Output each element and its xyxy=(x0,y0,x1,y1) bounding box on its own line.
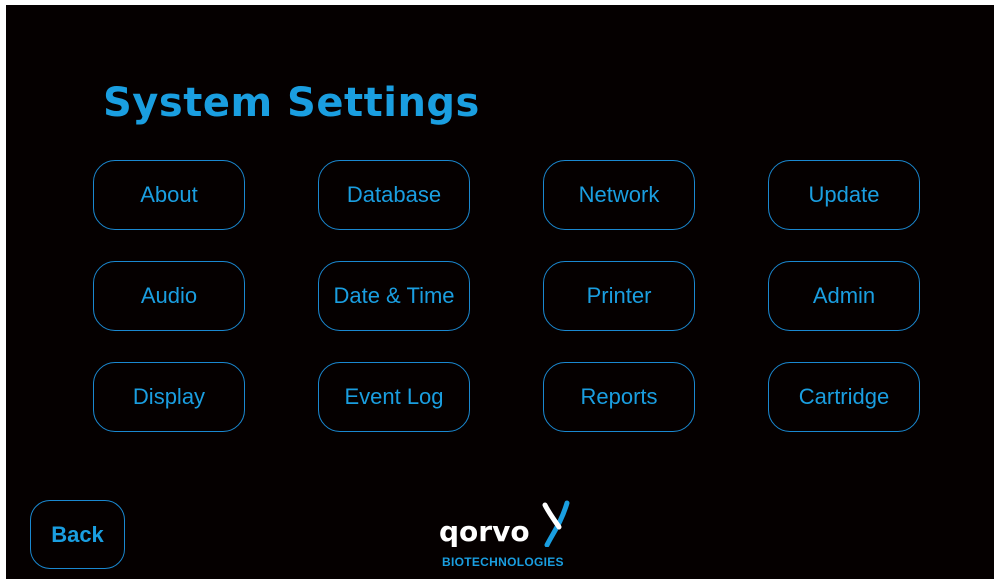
database-button[interactable]: Database xyxy=(318,160,470,230)
logo-subtitle: BIOTECHNOLOGIES xyxy=(442,555,564,569)
date-time-button[interactable]: Date & Time xyxy=(318,261,470,331)
qorvo-logo: qorvo BIOTECHNOLOGIES xyxy=(439,499,579,574)
page-title: System Settings xyxy=(103,80,480,126)
back-button[interactable]: Back xyxy=(30,500,125,569)
network-button[interactable]: Network xyxy=(543,160,695,230)
cartridge-button[interactable]: Cartridge xyxy=(768,362,920,432)
admin-button[interactable]: Admin xyxy=(768,261,920,331)
audio-button[interactable]: Audio xyxy=(93,261,245,331)
update-button[interactable]: Update xyxy=(768,160,920,230)
reports-button[interactable]: Reports xyxy=(543,362,695,432)
printer-button[interactable]: Printer xyxy=(543,261,695,331)
settings-screen: System Settings About Database Network U… xyxy=(6,5,994,579)
logo-wordmark: qorvo xyxy=(439,515,530,548)
display-button[interactable]: Display xyxy=(93,362,245,432)
settings-button-grid: About Database Network Update Audio Date… xyxy=(93,160,920,432)
event-log-button[interactable]: Event Log xyxy=(318,362,470,432)
dna-helix-icon xyxy=(539,499,579,552)
about-button[interactable]: About xyxy=(93,160,245,230)
